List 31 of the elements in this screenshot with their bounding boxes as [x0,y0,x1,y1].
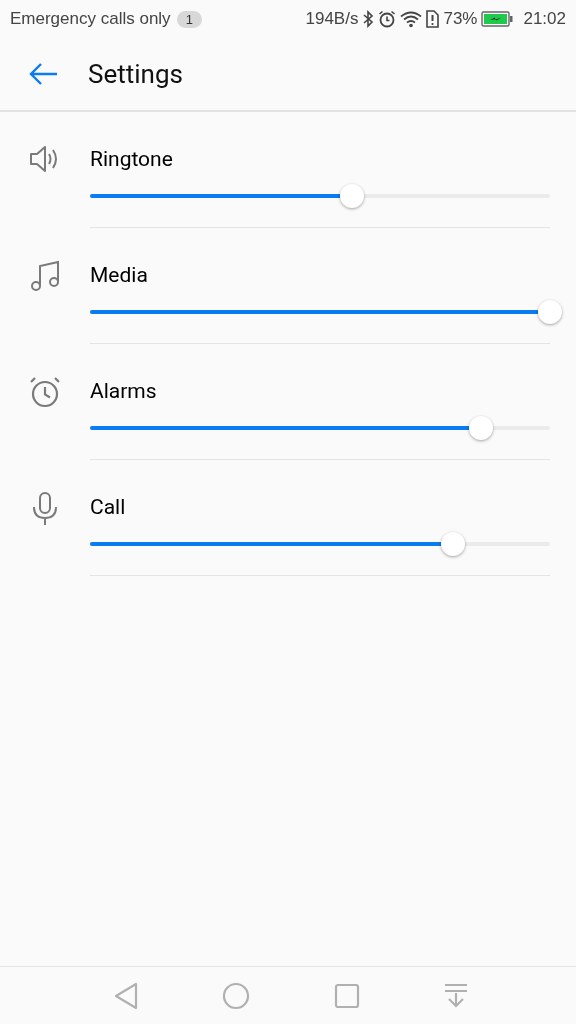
recent-apps-button[interactable] [334,982,360,1009]
volume-label: Alarms [90,378,157,405]
home-button[interactable] [222,981,250,1010]
pull-down-icon [444,982,468,1009]
battery-charging-icon [481,10,514,28]
network-speed: 194B/s [305,9,359,29]
screen-title: Settings [88,59,183,89]
slider-thumb[interactable] [538,300,562,324]
volume-label: Media [90,262,148,289]
notification-shade-button[interactable] [444,982,468,1009]
battery-percent: 73% [443,9,478,29]
status-text: Emergency calls only [10,9,171,29]
volume-label: Ringtone [90,146,173,173]
microphone-icon [32,492,58,526]
back-triangle-icon [114,981,138,1010]
square-icon [334,982,360,1009]
alarm-clock-icon [29,376,61,408]
volume-label: Call [90,494,126,521]
slider-thumb[interactable] [441,532,466,556]
music-note-icon [30,260,60,292]
clock: 21:02 [523,9,566,29]
wifi-icon [400,10,423,28]
slider-thumb[interactable] [340,184,365,208]
bluetooth-icon [362,10,375,28]
back-arrow-icon [28,62,58,86]
back-button[interactable] [114,981,138,1010]
notification-count-badge: 1 [176,10,202,28]
home-circle-icon [222,981,250,1010]
alarm-icon [378,10,397,28]
slider-thumb[interactable] [469,416,493,440]
sim-alert-icon [426,10,440,28]
